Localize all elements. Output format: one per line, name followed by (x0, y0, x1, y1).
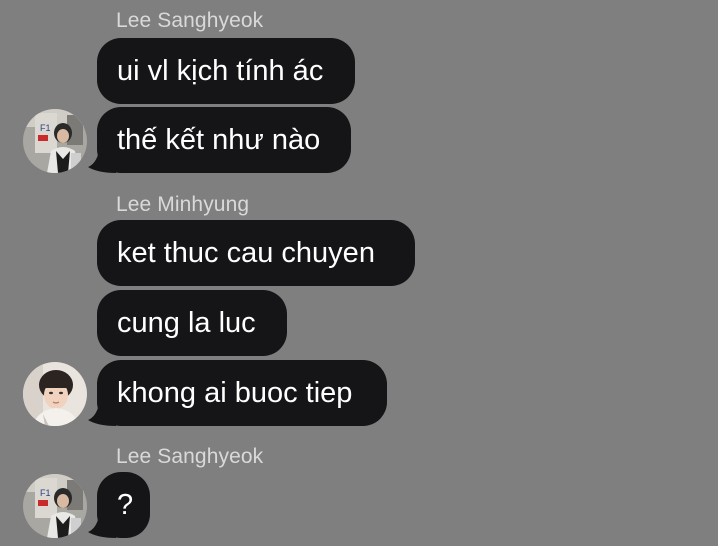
message-bubble[interactable]: cung la luc (97, 290, 287, 356)
user-avatar-icon: F1 (23, 109, 87, 173)
sender-name: Lee Sanghyeok (116, 9, 264, 32)
message-text: ket thuc cau chuyen (117, 237, 375, 269)
user-avatar-icon: F1 (23, 474, 87, 538)
message-text: ui vl kịch tính ác (117, 55, 324, 87)
message-text: cung la luc (117, 307, 256, 339)
message-text: khong ai buoc tiep (117, 377, 353, 409)
sender-name: Lee Sanghyeok (116, 445, 264, 468)
bubble-tail (88, 398, 116, 426)
sender-name: Lee Minhyung (116, 193, 250, 216)
message-bubble[interactable]: ket thuc cau chuyen (97, 220, 415, 286)
user-avatar-icon (23, 362, 87, 426)
avatar[interactable]: F1 (23, 109, 87, 173)
message-text: thế kết như nào (117, 124, 321, 156)
message-bubble[interactable]: thế kết như nào (97, 107, 351, 173)
bubble-tail (88, 145, 116, 173)
avatar[interactable] (23, 362, 87, 426)
svg-text:F1: F1 (40, 488, 51, 498)
message-bubble[interactable]: khong ai buoc tiep (97, 360, 387, 426)
message-text: ? (117, 489, 134, 521)
bubble-tail (88, 510, 116, 538)
svg-text:F1: F1 (40, 123, 51, 133)
avatar[interactable]: F1 (23, 474, 87, 538)
message-bubble[interactable]: ui vl kịch tính ác (97, 38, 355, 104)
